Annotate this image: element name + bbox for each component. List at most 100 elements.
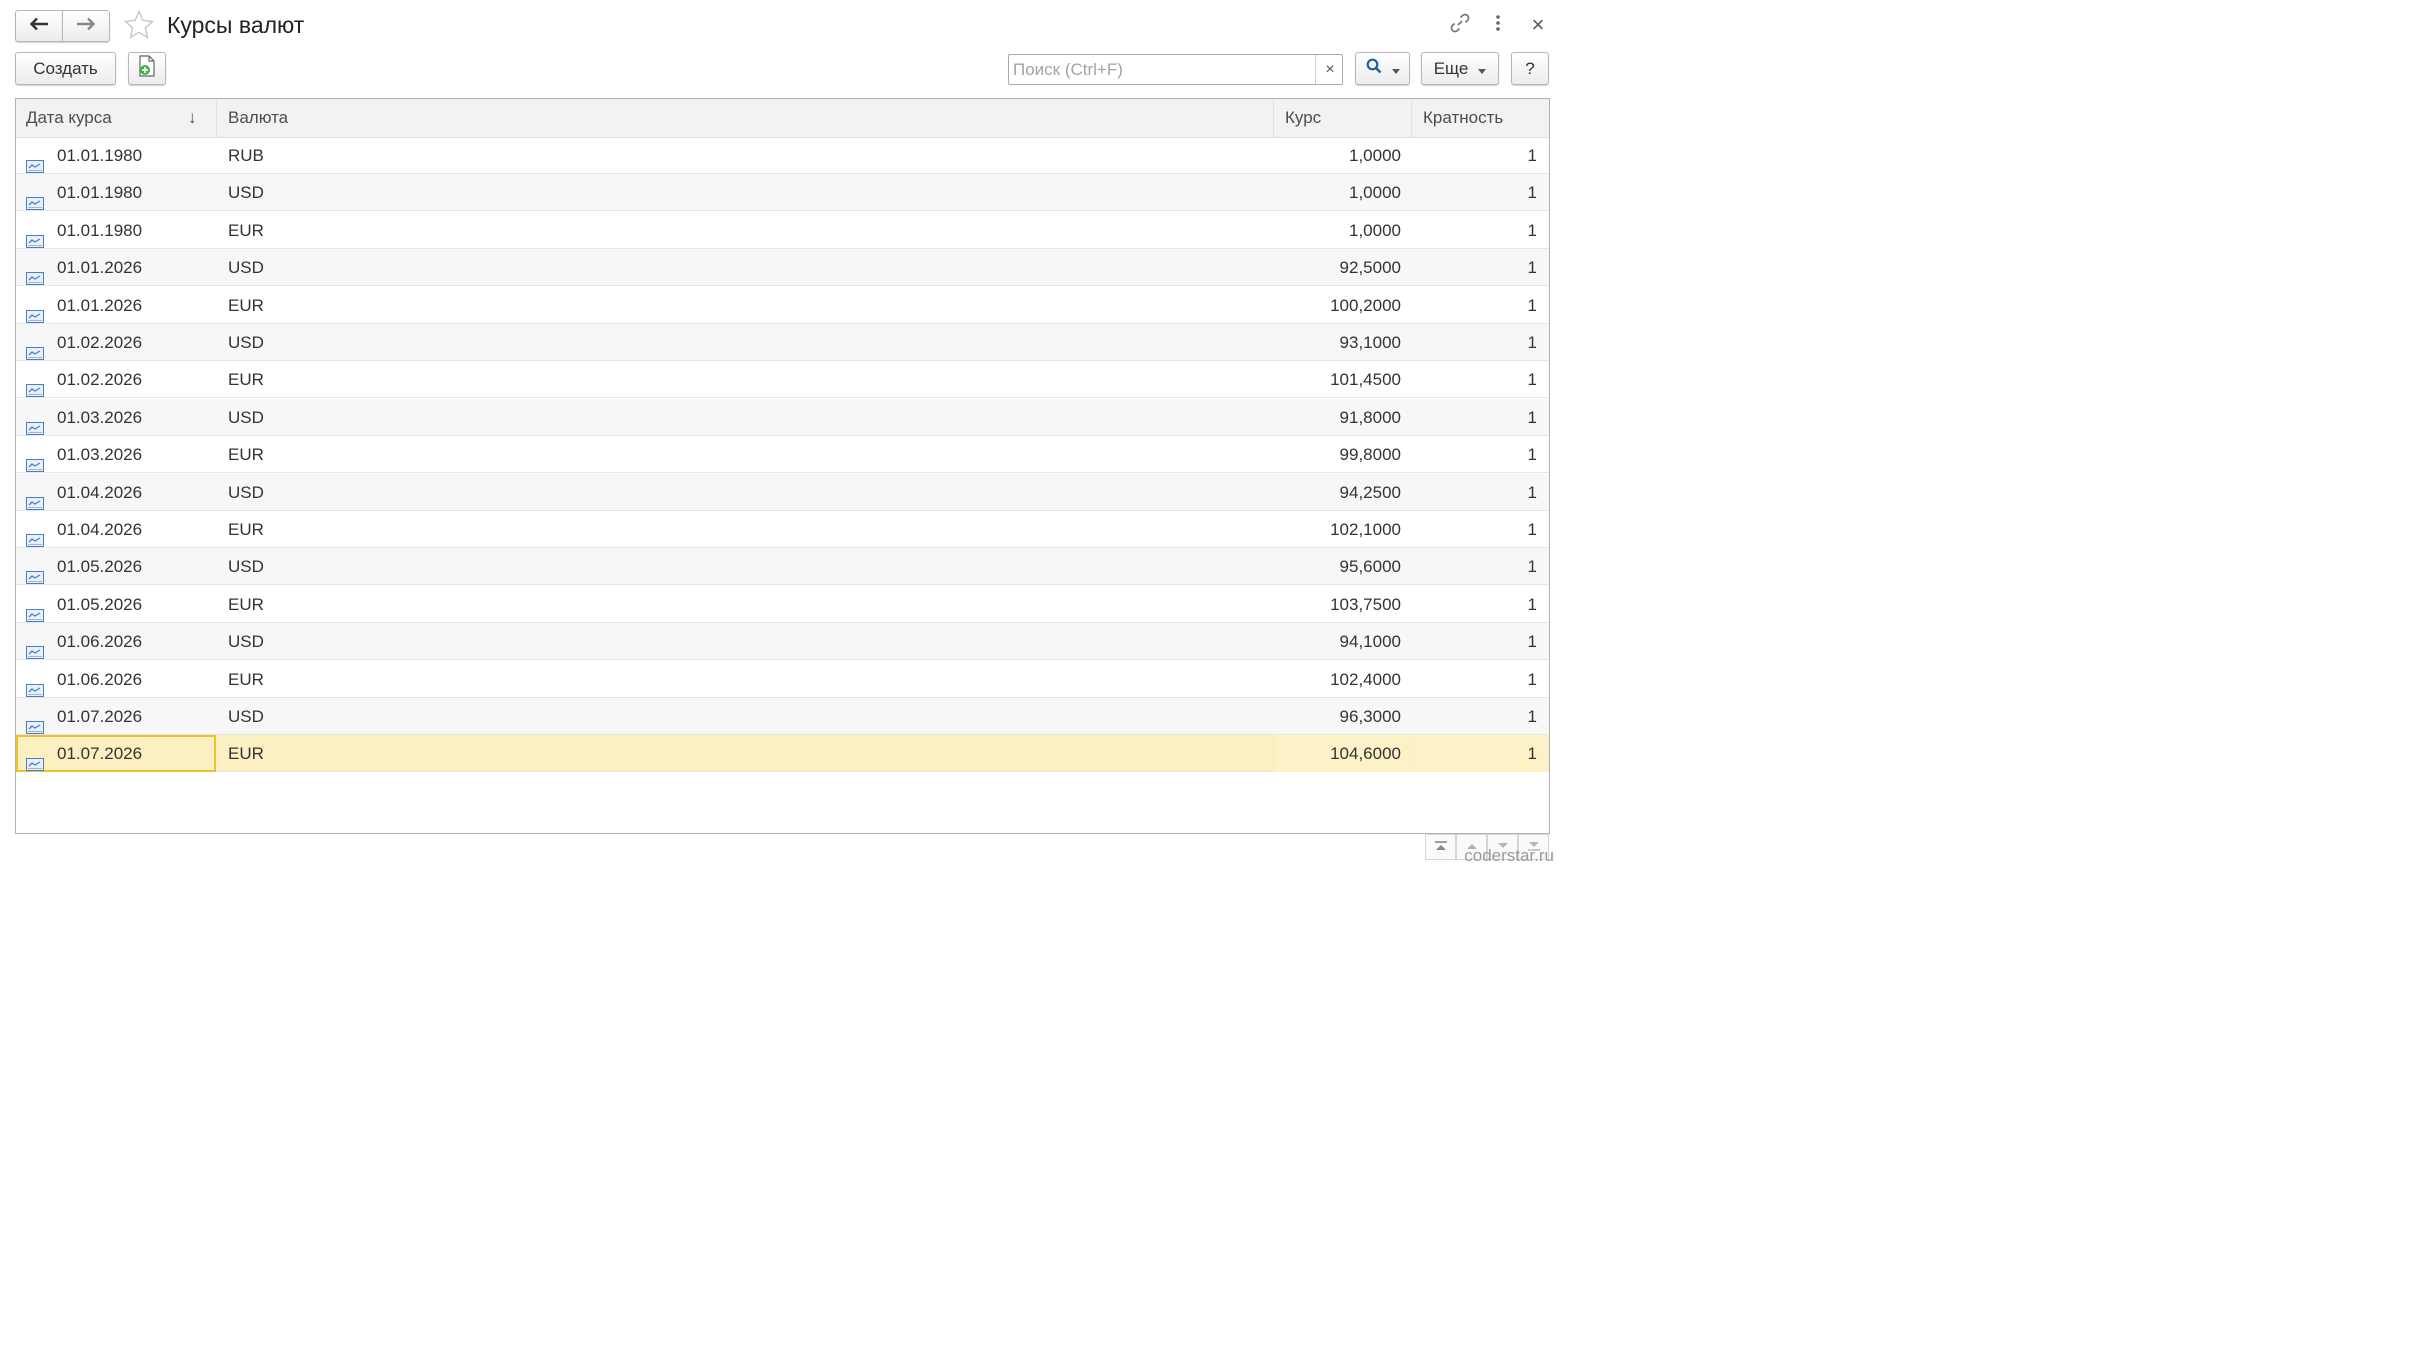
date-cell[interactable]: 01.01.1980 xyxy=(16,174,216,211)
close-button[interactable]: × xyxy=(1525,12,1551,38)
help-button[interactable]: ? xyxy=(1511,52,1549,85)
multiplicity-cell[interactable]: 1 xyxy=(1413,399,1549,436)
currency-cell[interactable]: EUR xyxy=(218,661,1273,698)
rate-cell[interactable]: 91,8000 xyxy=(1275,399,1411,436)
more-actions-button[interactable]: Еще xyxy=(1421,52,1499,85)
favorite-button[interactable] xyxy=(122,9,156,44)
date-cell[interactable]: 01.07.2026 xyxy=(16,698,216,735)
date-cell[interactable]: 01.04.2026 xyxy=(16,474,216,511)
multiplicity-cell[interactable]: 1 xyxy=(1413,661,1549,698)
table-row[interactable]: 01.04.2026 USD 94,2500 1 xyxy=(16,473,1549,511)
date-cell[interactable]: 01.07.2026 xyxy=(16,735,216,773)
currency-rates-table[interactable]: Дата курса ↓ Валюта Курс Кратность 01.01… xyxy=(15,98,1550,834)
currency-cell[interactable]: RUB xyxy=(218,137,1273,174)
multiplicity-cell[interactable]: 1 xyxy=(1413,586,1549,623)
rate-cell[interactable]: 99,8000 xyxy=(1275,436,1411,473)
date-cell[interactable]: 01.06.2026 xyxy=(16,661,216,698)
table-row[interactable]: 01.07.2026 EUR 104,6000 1 xyxy=(16,735,1549,773)
currency-cell[interactable]: USD xyxy=(218,474,1273,511)
multiplicity-cell[interactable]: 1 xyxy=(1413,548,1549,585)
rate-cell[interactable]: 102,4000 xyxy=(1275,661,1411,698)
multiplicity-cell[interactable]: 1 xyxy=(1413,735,1549,773)
rate-cell[interactable]: 1,0000 xyxy=(1275,137,1411,174)
date-cell[interactable]: 01.03.2026 xyxy=(16,399,216,436)
rate-cell[interactable]: 102,1000 xyxy=(1275,511,1411,548)
table-row[interactable]: 01.01.2026 USD 92,5000 1 xyxy=(16,249,1549,287)
multiplicity-cell[interactable]: 1 xyxy=(1413,249,1549,286)
date-cell[interactable]: 01.04.2026 xyxy=(16,511,216,548)
currency-cell[interactable]: USD xyxy=(218,548,1273,585)
multiplicity-cell[interactable]: 1 xyxy=(1413,137,1549,174)
rate-cell[interactable]: 95,6000 xyxy=(1275,548,1411,585)
table-row[interactable]: 01.05.2026 USD 95,6000 1 xyxy=(16,548,1549,586)
multiplicity-cell[interactable]: 1 xyxy=(1413,474,1549,511)
currency-cell[interactable]: USD xyxy=(218,174,1273,211)
date-cell[interactable]: 01.01.1980 xyxy=(16,212,216,249)
date-cell[interactable]: 01.01.2026 xyxy=(16,249,216,286)
date-cell[interactable]: 01.02.2026 xyxy=(16,361,216,398)
currency-cell[interactable]: USD xyxy=(218,698,1273,735)
more-menu-button[interactable] xyxy=(1486,12,1510,38)
rate-cell[interactable]: 103,7500 xyxy=(1275,586,1411,623)
table-row[interactable]: 01.03.2026 USD 91,8000 1 xyxy=(16,398,1549,436)
column-header-date[interactable]: Дата курса ↓ xyxy=(16,99,216,137)
table-row[interactable]: 01.06.2026 USD 94,1000 1 xyxy=(16,623,1549,661)
rate-cell[interactable]: 104,6000 xyxy=(1275,735,1411,773)
currency-cell[interactable]: EUR xyxy=(218,361,1273,398)
search-clear-button[interactable]: × xyxy=(1315,55,1344,84)
create-button[interactable]: Создать xyxy=(15,52,116,85)
date-cell[interactable]: 01.01.2026 xyxy=(16,287,216,324)
forward-button[interactable] xyxy=(62,10,110,42)
multiplicity-cell[interactable]: 1 xyxy=(1413,174,1549,211)
table-row[interactable]: 01.04.2026 EUR 102,1000 1 xyxy=(16,511,1549,548)
search-options-button[interactable] xyxy=(1355,52,1410,85)
currency-cell[interactable]: EUR xyxy=(218,735,1273,772)
date-cell[interactable]: 01.02.2026 xyxy=(16,324,216,361)
table-row[interactable]: 01.05.2026 EUR 103,7500 1 xyxy=(16,586,1549,623)
date-cell[interactable]: 01.05.2026 xyxy=(16,548,216,585)
multiplicity-cell[interactable]: 1 xyxy=(1413,324,1549,361)
rate-cell[interactable]: 93,1000 xyxy=(1275,324,1411,361)
table-row[interactable]: 01.03.2026 EUR 99,8000 1 xyxy=(16,436,1549,474)
multiplicity-cell[interactable]: 1 xyxy=(1413,361,1549,398)
table-row[interactable]: 01.01.1980 USD 1,0000 1 xyxy=(16,174,1549,212)
currency-cell[interactable]: USD xyxy=(218,324,1273,361)
date-cell[interactable]: 01.05.2026 xyxy=(16,586,216,623)
currency-cell[interactable]: EUR xyxy=(218,586,1273,623)
currency-cell[interactable]: EUR xyxy=(218,287,1273,324)
table-row[interactable]: 01.02.2026 USD 93,1000 1 xyxy=(16,324,1549,361)
rate-cell[interactable]: 101,4500 xyxy=(1275,361,1411,398)
table-row[interactable]: 01.06.2026 EUR 102,4000 1 xyxy=(16,661,1549,698)
currency-cell[interactable]: EUR xyxy=(218,212,1273,249)
rate-cell[interactable]: 94,2500 xyxy=(1275,474,1411,511)
scroll-to-start-button[interactable] xyxy=(1425,834,1456,860)
multiplicity-cell[interactable]: 1 xyxy=(1413,623,1549,660)
search-input[interactable] xyxy=(1009,55,1315,84)
link-button[interactable] xyxy=(1447,12,1473,38)
rate-cell[interactable]: 96,3000 xyxy=(1275,698,1411,735)
column-header-multiplicity[interactable]: Кратность xyxy=(1413,99,1549,137)
date-cell[interactable]: 01.06.2026 xyxy=(16,623,216,660)
rate-cell[interactable]: 100,2000 xyxy=(1275,287,1411,324)
multiplicity-cell[interactable]: 1 xyxy=(1413,436,1549,473)
currency-cell[interactable]: EUR xyxy=(218,436,1273,473)
table-row[interactable]: 01.01.1980 RUB 1,0000 1 xyxy=(16,137,1549,174)
back-button[interactable] xyxy=(15,10,63,42)
search-field[interactable]: × xyxy=(1008,54,1343,85)
rate-cell[interactable]: 94,1000 xyxy=(1275,623,1411,660)
multiplicity-cell[interactable]: 1 xyxy=(1413,511,1549,548)
multiplicity-cell[interactable]: 1 xyxy=(1413,287,1549,324)
currency-cell[interactable]: USD xyxy=(218,249,1273,286)
rate-cell[interactable]: 1,0000 xyxy=(1275,174,1411,211)
currency-cell[interactable]: EUR xyxy=(218,511,1273,548)
multiplicity-cell[interactable]: 1 xyxy=(1413,698,1549,735)
column-header-rate[interactable]: Курс xyxy=(1275,99,1411,137)
rate-cell[interactable]: 92,5000 xyxy=(1275,249,1411,286)
table-row[interactable]: 01.01.2026 EUR 100,2000 1 xyxy=(16,287,1549,324)
date-cell[interactable]: 01.01.1980 xyxy=(16,137,216,174)
table-row[interactable]: 01.07.2026 USD 96,3000 1 xyxy=(16,698,1549,735)
column-header-currency[interactable]: Валюта xyxy=(218,99,1273,137)
multiplicity-cell[interactable]: 1 xyxy=(1413,212,1549,249)
currency-cell[interactable]: USD xyxy=(218,399,1273,436)
table-row[interactable]: 01.02.2026 EUR 101,4500 1 xyxy=(16,361,1549,399)
